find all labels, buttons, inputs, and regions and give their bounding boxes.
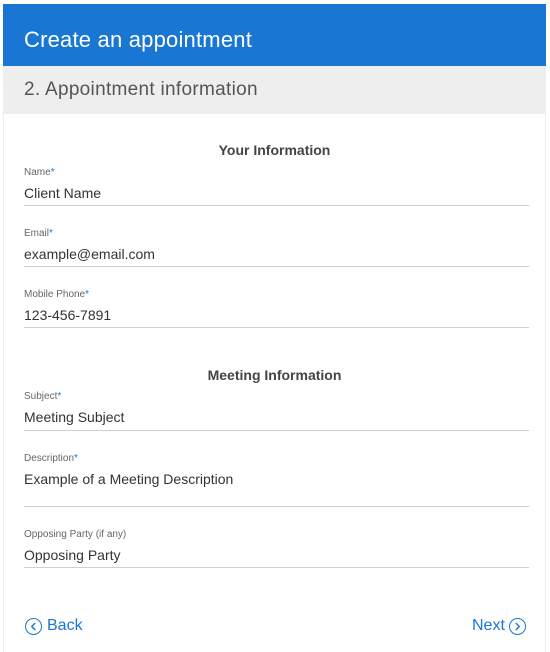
opposing-party-label: Opposing Party (if any) <box>24 529 127 540</box>
section-title-meeting-information: Meeting Information <box>207 367 342 383</box>
description-underline <box>24 506 529 507</box>
back-label: Back <box>47 617 83 634</box>
name-field[interactable]: Name* Client Name <box>24 167 529 206</box>
name-input[interactable]: Client Name <box>24 184 529 202</box>
section-title-your-information: Your Information <box>218 142 331 158</box>
email-label: Email* <box>24 228 53 239</box>
description-label: Description* <box>24 453 78 464</box>
subject-field[interactable]: Subject* Meeting Subject <box>24 391 529 431</box>
page-title: Create an appointment <box>24 27 253 52</box>
email-underline <box>24 266 529 267</box>
required-mark: * <box>50 167 55 178</box>
mobile-phone-label: Mobile Phone* <box>24 289 90 300</box>
description-field[interactable]: Description* Example of a Meeting Descri… <box>24 453 529 507</box>
next-label: Next <box>472 617 505 634</box>
opposing-party-underline <box>24 567 529 568</box>
mobile-phone-field[interactable]: Mobile Phone* 123-456-7891 <box>24 289 529 328</box>
opposing-party-field[interactable]: Opposing Party (if any) Opposing Party <box>24 529 529 568</box>
name-label: Name* <box>24 167 55 178</box>
email-input[interactable]: example@email.com <box>24 245 529 263</box>
subject-label: Subject* <box>24 391 62 402</box>
chevron-left-circle-icon <box>25 617 42 635</box>
required-mark: * <box>57 391 62 402</box>
required-mark: * <box>85 289 90 300</box>
email-field[interactable]: Email* example@email.com <box>24 228 529 267</box>
name-underline <box>24 205 529 206</box>
description-input[interactable]: Example of a Meeting Description <box>24 470 529 488</box>
subject-underline <box>24 430 529 431</box>
mobile-phone-input[interactable]: 123-456-7891 <box>24 306 529 324</box>
step-title: 2. Appointment information <box>24 79 258 100</box>
required-mark: * <box>49 228 53 239</box>
subject-input[interactable]: Meeting Subject <box>24 408 529 426</box>
mobile-phone-underline <box>24 327 529 328</box>
back-button[interactable]: Back <box>25 617 83 635</box>
step-header: 2. Appointment information <box>3 66 546 114</box>
app-header: Create an appointment <box>3 4 546 66</box>
opposing-party-input[interactable]: Opposing Party <box>24 546 529 564</box>
next-button[interactable]: Next <box>472 617 526 635</box>
required-mark: * <box>74 453 78 464</box>
chevron-right-circle-icon <box>508 617 526 635</box>
